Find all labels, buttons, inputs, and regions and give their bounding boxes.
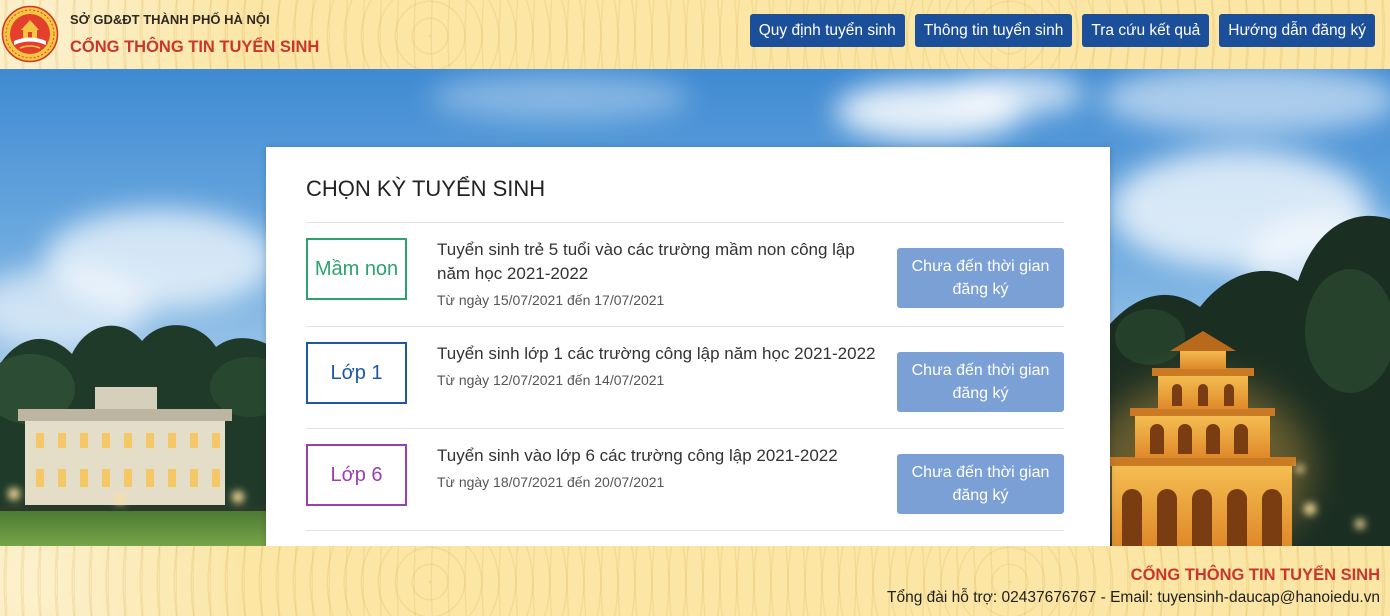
- nav-admission-info[interactable]: Thông tin tuyển sinh: [914, 14, 1073, 47]
- main-nav: Quy định tuyển sinh Thông tin tuyển sinh…: [749, 14, 1375, 47]
- admission-period-row: Lớp 1 Tuyển sinh lớp 1 các trường công l…: [306, 326, 1064, 428]
- register-button[interactable]: Chưa đến thời gian đăng ký: [897, 248, 1064, 308]
- nav-registration-guide[interactable]: Hướng dẫn đăng ký: [1219, 14, 1375, 47]
- org-name: SỞ GD&ĐT THÀNH PHỐ HÀ NỘI: [70, 12, 270, 27]
- period-info: Tuyển sinh trẻ 5 tuổi vào các trường mầm…: [437, 238, 885, 310]
- period-dates: Từ ngày 15/07/2021 đến 17/07/2021: [437, 292, 665, 308]
- nav-results-lookup[interactable]: Tra cứu kết quả: [1082, 14, 1210, 47]
- footer-portal-title: CỔNG THÔNG TIN TUYỂN SINH: [1130, 566, 1380, 584]
- level-badge-grade-6: Lớp 6: [306, 444, 407, 506]
- page-title: CHỌN KỲ TUYỂN SINH: [306, 176, 546, 201]
- admission-period-row: Mầm non Tuyển sinh trẻ 5 tuổi vào các tr…: [306, 222, 1064, 326]
- level-badge-grade-1: Lớp 1: [306, 342, 407, 404]
- portal-title: CỔNG THÔNG TIN TUYỂN SINH: [70, 38, 320, 56]
- lawn: [0, 511, 292, 546]
- site-header: SỞ GD&ĐT THÀNH PHỐ HÀ NỘI CỔNG THÔNG TIN…: [0, 0, 1390, 69]
- period-info: Tuyển sinh lớp 1 các trường công lập năm…: [437, 342, 885, 390]
- period-dates: Từ ngày 12/07/2021 đến 14/07/2021: [437, 372, 665, 388]
- period-title: Tuyển sinh lớp 1 các trường công lập năm…: [437, 344, 876, 363]
- admission-period-card: CHỌN KỲ TUYỂN SINH Mầm non Tuyển sinh tr…: [266, 147, 1110, 546]
- footer-contact: Tổng đài hỗ trợ: 02437676767 - Email: tu…: [887, 589, 1380, 606]
- admission-period-row: Lớp 6 Tuyển sinh vào lớp 6 các trường cô…: [306, 428, 1064, 531]
- period-title: Tuyển sinh trẻ 5 tuổi vào các trường mầm…: [437, 240, 855, 283]
- hero-section: CHỌN KỲ TUYỂN SINH Mầm non Tuyển sinh tr…: [0, 69, 1390, 546]
- site-footer: CỔNG THÔNG TIN TUYỂN SINH Tổng đài hỗ tr…: [0, 546, 1390, 616]
- footer-info: CỔNG THÔNG TIN TUYỂN SINH Tổng đài hỗ tr…: [887, 563, 1380, 609]
- period-dates: Từ ngày 18/07/2021 đến 20/07/2021: [437, 474, 665, 490]
- level-badge-preschool: Mầm non: [306, 238, 407, 300]
- hanoi-education-emblem-icon[interactable]: [1, 5, 59, 63]
- nav-admission-rules[interactable]: Quy định tuyển sinh: [749, 14, 905, 47]
- period-title: Tuyển sinh vào lớp 6 các trường công lập…: [437, 446, 838, 465]
- register-button[interactable]: Chưa đến thời gian đăng ký: [897, 454, 1064, 514]
- register-button[interactable]: Chưa đến thời gian đăng ký: [897, 352, 1064, 412]
- period-info: Tuyển sinh vào lớp 6 các trường công lập…: [437, 444, 885, 492]
